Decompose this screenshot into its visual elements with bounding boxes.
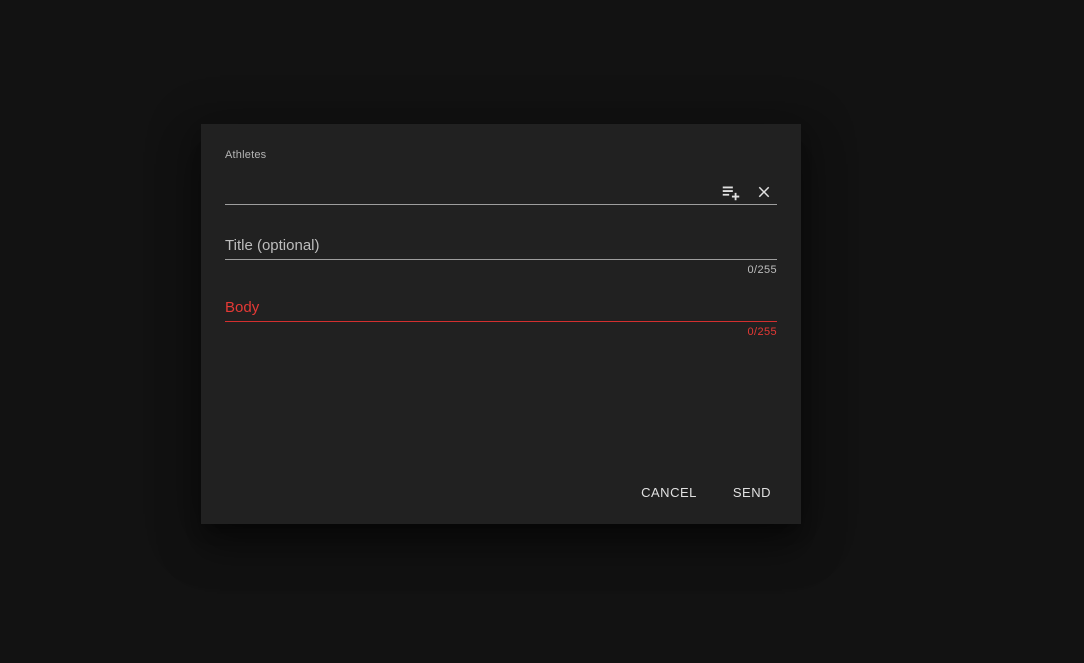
athletes-input[interactable] xyxy=(225,164,777,205)
body-character-counter: 0/255 xyxy=(747,326,777,338)
send-button[interactable]: SEND xyxy=(719,477,785,508)
athletes-label: Athletes xyxy=(225,149,267,161)
send-notification-dialog: Athletes Title (optional) 0/255 Body 0/2… xyxy=(201,124,801,524)
close-icon[interactable] xyxy=(752,180,776,204)
title-placeholder: Title (optional) xyxy=(225,237,320,254)
playlist-add-icon[interactable] xyxy=(719,180,743,204)
dialog-actions: CANCEL SEND xyxy=(627,477,785,508)
title-field[interactable]: Title (optional) xyxy=(225,230,777,260)
body-placeholder: Body xyxy=(225,299,260,316)
cancel-button[interactable]: CANCEL xyxy=(627,477,711,508)
body-field[interactable]: Body xyxy=(225,292,777,322)
title-character-counter: 0/255 xyxy=(747,264,777,276)
